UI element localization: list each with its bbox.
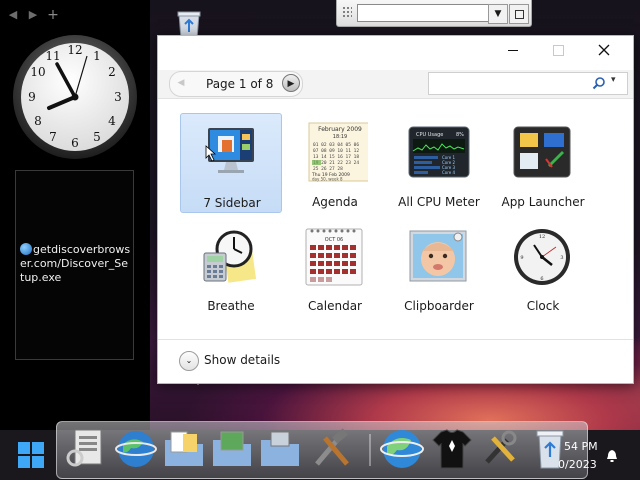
sidebar-next-button[interactable]: ▶ [26, 8, 40, 22]
svg-text:07 08 09 10 11 12: 07 08 09 10 11 12 [313, 148, 359, 154]
internet-globe-icon[interactable] [379, 426, 425, 472]
system-utility-icon[interactable] [65, 426, 111, 472]
gadget-tile-calendar[interactable]: OCT 06 Calendar [284, 217, 386, 317]
windows-logo-icon [18, 442, 30, 454]
gadget-name: Calendar [308, 299, 362, 313]
search-dropdown-icon[interactable]: ▾ [611, 75, 616, 85]
svg-text:10: 10 [30, 65, 45, 79]
svg-text:7: 7 [49, 130, 57, 144]
clock-time[interactable]: 54 PM [564, 440, 598, 453]
svg-text:5: 5 [93, 130, 101, 144]
documents-folder-icon[interactable] [161, 426, 207, 472]
app-launcher-icon [513, 126, 571, 178]
svg-text:11: 11 [45, 49, 60, 63]
tshirt-icon[interactable] [429, 426, 475, 472]
svg-text:12: 12 [539, 234, 545, 240]
previous-page-button: ◀ [177, 78, 185, 88]
agenda-time: 18:19 [333, 134, 347, 140]
gadget-name: App Launcher [501, 195, 585, 209]
sidebar-icon [205, 128, 254, 173]
pictures-folder-icon[interactable] [209, 426, 255, 472]
minimize-button[interactable] [490, 36, 536, 64]
svg-text:2: 2 [108, 65, 116, 79]
svg-text:6: 6 [71, 136, 79, 150]
gadget-name: Clipboarder [404, 299, 474, 313]
download-link-text: getdiscoverbrowser.com/Discover_Setup.ex… [20, 243, 131, 284]
page-indicator: Page 1 of 8 [206, 77, 274, 91]
gadget-tile-clock[interactable]: 12 3 6 9 Clock [492, 217, 594, 317]
show-details-label[interactable]: Show details [204, 353, 280, 367]
toolbar-search-input[interactable] [357, 4, 491, 22]
close-icon [598, 44, 610, 56]
sidebar-prev-button[interactable]: ◀ [6, 8, 20, 22]
cpu-core-4: Core 4 [442, 170, 456, 175]
gadget-name: Clock [526, 299, 560, 313]
gadget-tile-all-cpu-meter[interactable]: CPU Usage 8% Core 1 Core 2 Core 3 Core 4… [388, 113, 490, 213]
close-button[interactable] [581, 36, 627, 64]
clock-date[interactable]: 0/2023 [558, 458, 597, 471]
gadget-gallery-window: ◀ Page 1 of 8 ▶ ▾ 7 Sidebar February 200… [157, 35, 634, 384]
download-link[interactable]: getdiscoverbrowser.com/Discover_Setup.ex… [20, 243, 132, 285]
clock-gadget[interactable]: 12 12 345 678 91011 [12, 34, 138, 160]
cpu-meter-icon: CPU Usage 8% Core 1 Core 2 Core 3 Core 4 [408, 126, 470, 178]
pager: ◀ Page 1 of 8 ▶ [169, 71, 303, 97]
notification-bell-icon[interactable] [604, 448, 620, 464]
agenda-day: day 50, week 8 [312, 177, 343, 182]
repair-tools-icon[interactable] [477, 426, 523, 472]
svg-text:9: 9 [520, 255, 523, 261]
dock-separator [369, 434, 371, 466]
gadget-tile-app-launcher[interactable]: App Launcher [492, 113, 594, 213]
show-details-toggle[interactable]: ⌄ [179, 351, 199, 371]
gadget-tile-clipboarder[interactable]: Clipboarder [388, 217, 490, 317]
svg-text:01 02 03 04 05 06: 01 02 03 04 05 06 [313, 142, 359, 148]
agenda-icon: February 2009 18:19 01 02 03 04 05 06 07… [308, 122, 368, 182]
calendar-month: OCT 06 [325, 237, 343, 243]
gadget-name: All CPU Meter [398, 195, 480, 209]
cpu-title: CPU Usage [416, 132, 443, 138]
search-icon[interactable] [592, 76, 606, 90]
gallery-footer: ⌄ Show details [158, 339, 633, 384]
breathe-icon [203, 230, 257, 283]
svg-text:1: 1 [93, 49, 101, 63]
gadget-name: Breathe [207, 299, 255, 313]
toolbar-dropdown-button[interactable]: ▼ [488, 4, 508, 24]
svg-text:9: 9 [28, 90, 36, 104]
globe-icon [20, 243, 32, 255]
gadget-name: 7 Sidebar [203, 196, 261, 210]
next-page-button[interactable]: ▶ [282, 74, 300, 92]
gadget-search-input[interactable]: ▾ [428, 72, 628, 95]
tools-icon[interactable] [309, 426, 355, 472]
svg-text:25 26 27 28: 25 26 27 28 [313, 166, 343, 172]
clipboarder-icon [409, 230, 467, 282]
floating-search-toolbar: ▼ [336, 0, 532, 27]
svg-text:13 14 15 16 17 18: 13 14 15 16 17 18 [313, 154, 359, 160]
globe-network-icon[interactable] [113, 426, 159, 472]
toolbar-maximize-button[interactable] [509, 4, 529, 24]
gadget-tile-7-sidebar[interactable]: 7 Sidebar [180, 113, 282, 213]
sidebar-add-gadget-button[interactable]: + [46, 8, 60, 22]
svg-text:12: 12 [67, 43, 82, 57]
clock-icon: 12 3 6 9 [514, 229, 570, 285]
taskbar: 54 PM 0/2023 [0, 421, 640, 480]
gadget-tile-agenda[interactable]: February 2009 18:19 01 02 03 04 05 06 07… [284, 113, 386, 213]
maximize-button [535, 36, 581, 64]
agenda-month: February 2009 [318, 126, 362, 133]
gadget-tile-breathe[interactable]: Breathe [180, 217, 282, 317]
calendar-icon: OCT 06 [305, 228, 363, 286]
svg-text:8: 8 [34, 114, 42, 128]
svg-text:3: 3 [560, 255, 563, 261]
sidebar: ◀ ▶ + 12 1 2 345 678 9 10 11 getdiscoverbrow… [0, 0, 150, 430]
svg-text:4: 4 [108, 114, 116, 128]
start-button[interactable] [18, 442, 44, 468]
gadget-name: Agenda [312, 195, 358, 209]
dock [56, 421, 588, 479]
sidebar-controls: ◀ ▶ + [6, 8, 60, 22]
cpu-value: 8% [456, 132, 464, 138]
svg-text:3: 3 [114, 90, 122, 104]
grip-icon[interactable] [342, 6, 352, 18]
network-folder-icon[interactable] [257, 426, 303, 472]
svg-text:6: 6 [540, 276, 543, 282]
sidebar-gadget-frame: getdiscoverbrowser.com/Discover_Setup.ex… [15, 170, 134, 360]
gallery-nav-bar: ◀ Page 1 of 8 ▶ ▾ [158, 70, 633, 99]
